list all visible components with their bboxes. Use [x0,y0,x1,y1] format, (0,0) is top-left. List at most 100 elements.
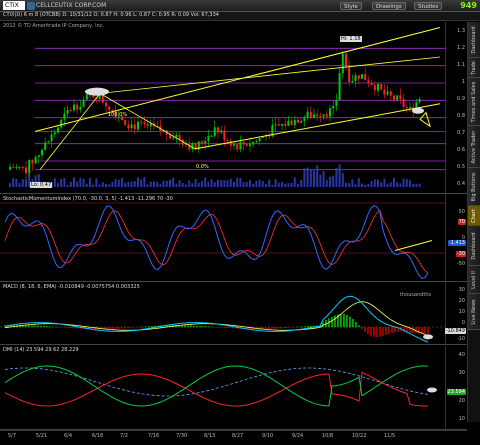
macd-histogram-bar [334,315,336,328]
drawings-button[interactable]: Drawings [372,2,406,10]
volume-bar [223,180,226,187]
candle-body [345,53,347,67]
volume-bar [169,179,171,187]
macd-histogram-bar [121,327,123,329]
volume-bar [242,182,245,187]
volume-bar [277,182,280,187]
company-url[interactable]: CELLCEUTIX CORP.COM [36,2,106,10]
candle-body [239,141,242,150]
candle-body [281,123,283,126]
price-ytick: 0.8 [457,113,465,119]
candle-body [223,130,226,141]
candle-body [41,149,43,156]
volume-bar [172,177,175,187]
macd-histogram-bar [190,325,192,328]
volume-bar [319,174,322,187]
candle-body [258,138,261,142]
candle-body [300,121,303,123]
high-label: Hi: 1.18 [340,36,362,42]
candle-body [367,80,370,84]
volume-bar [245,182,248,187]
style-button[interactable]: Style [340,2,362,10]
volume-bar [57,183,59,187]
price-panel[interactable]: 2012 © TD Ameritrade IP Company, Inc. 1.… [0,22,467,194]
candle-body [108,106,111,111]
price-ytick: 1.3 [457,28,465,34]
volume-bar [297,183,299,187]
tab-times-and-sales[interactable]: Times and Sales [468,78,480,126]
macd-histogram-bar [424,327,426,334]
candle-body [297,119,299,123]
macd-histogram-bar [193,325,195,328]
candle-body [332,106,335,109]
macd-y-axis: 30 20 10 0 -10.849 -10 [444,283,467,344]
macd-histogram-bar [412,327,414,334]
volume-bar [165,180,168,187]
volume-bar [348,183,351,187]
candle-body [361,74,363,79]
macd-panel[interactable]: MACD (8, 18, 6, EMA) -0.010849 -0.007575… [0,283,467,345]
macd-histogram-bar [355,322,357,328]
candle-body [172,137,175,139]
volume-bar [357,178,360,187]
candle-body [252,141,255,145]
macd-histogram-bar [46,326,48,328]
tab-active-trader[interactable]: Active Trader [468,126,480,168]
candle-body [316,114,319,117]
macd-histogram-bar [343,313,345,328]
date-tick: 5/21 [36,433,48,439]
candle-body [79,106,82,110]
stochastic-panel[interactable]: StochasticMomentumIndex (70.0, -30.0, 3,… [0,195,467,282]
volume-bar [316,165,319,187]
date-tick: 10/22 [352,433,367,439]
candle-body [15,166,18,168]
tab-dashboard[interactable]: Dashboard [468,22,480,58]
candle-body [130,124,133,129]
link-icon[interactable] [27,2,35,10]
candle-body [63,113,66,120]
tab-level-ii[interactable]: Level II [468,266,480,294]
studies-button[interactable]: Studies [414,2,443,10]
tab-trade[interactable]: Trade [468,58,480,78]
dmi-ytick: 20 [458,398,465,404]
macd-histogram-bar [220,327,222,328]
macd-histogram-bar [304,326,306,328]
candle-body [351,80,354,82]
dmi-panel[interactable]: DMI (14) 23.594 29.62 28.229 40 30 23.59… [0,346,467,430]
oval-marker [412,107,424,114]
volume-bar [284,183,287,187]
volume-bar [290,182,293,187]
candle-body [364,74,367,81]
dmi-ytick: 40 [458,352,465,358]
volume-bar [69,181,72,187]
candle-body [306,111,309,118]
top-toolbar: CTIX CELLCEUTIX CORP.COM Style Drawings … [0,0,480,12]
volume-bar [143,177,146,187]
candle-body [21,166,24,168]
volume-bar [175,183,178,187]
candle-body [236,144,239,150]
macd-histogram-bar [112,327,114,329]
tab-dashboard-2[interactable]: Dashboard [468,226,480,266]
symbol-input[interactable]: CTIX [3,1,25,10]
tab-live-news[interactable]: Live News [468,294,480,330]
candle-body [393,95,395,100]
volume-bar [377,179,379,187]
date-tick: 7/2 [120,433,129,439]
macd-tag-value: -10.849 [444,328,466,334]
candle-body [242,141,245,145]
tab-chart[interactable]: Chart [468,206,480,226]
volume-bar [415,183,418,187]
macd-histogram-bar [298,326,300,328]
volume-bar [130,181,133,187]
channel-mid [99,56,441,94]
macd-histogram-bar [382,327,384,337]
stoch-ytick: -50 [456,261,465,267]
candle-body [405,106,408,108]
candle-body [220,130,223,133]
macd-histogram-bar [226,327,228,329]
tab-big-buttons[interactable]: Big Buttons [468,168,480,206]
volume-bar [156,182,159,187]
candle-body [335,100,338,107]
macd-histogram-bar [184,325,186,328]
